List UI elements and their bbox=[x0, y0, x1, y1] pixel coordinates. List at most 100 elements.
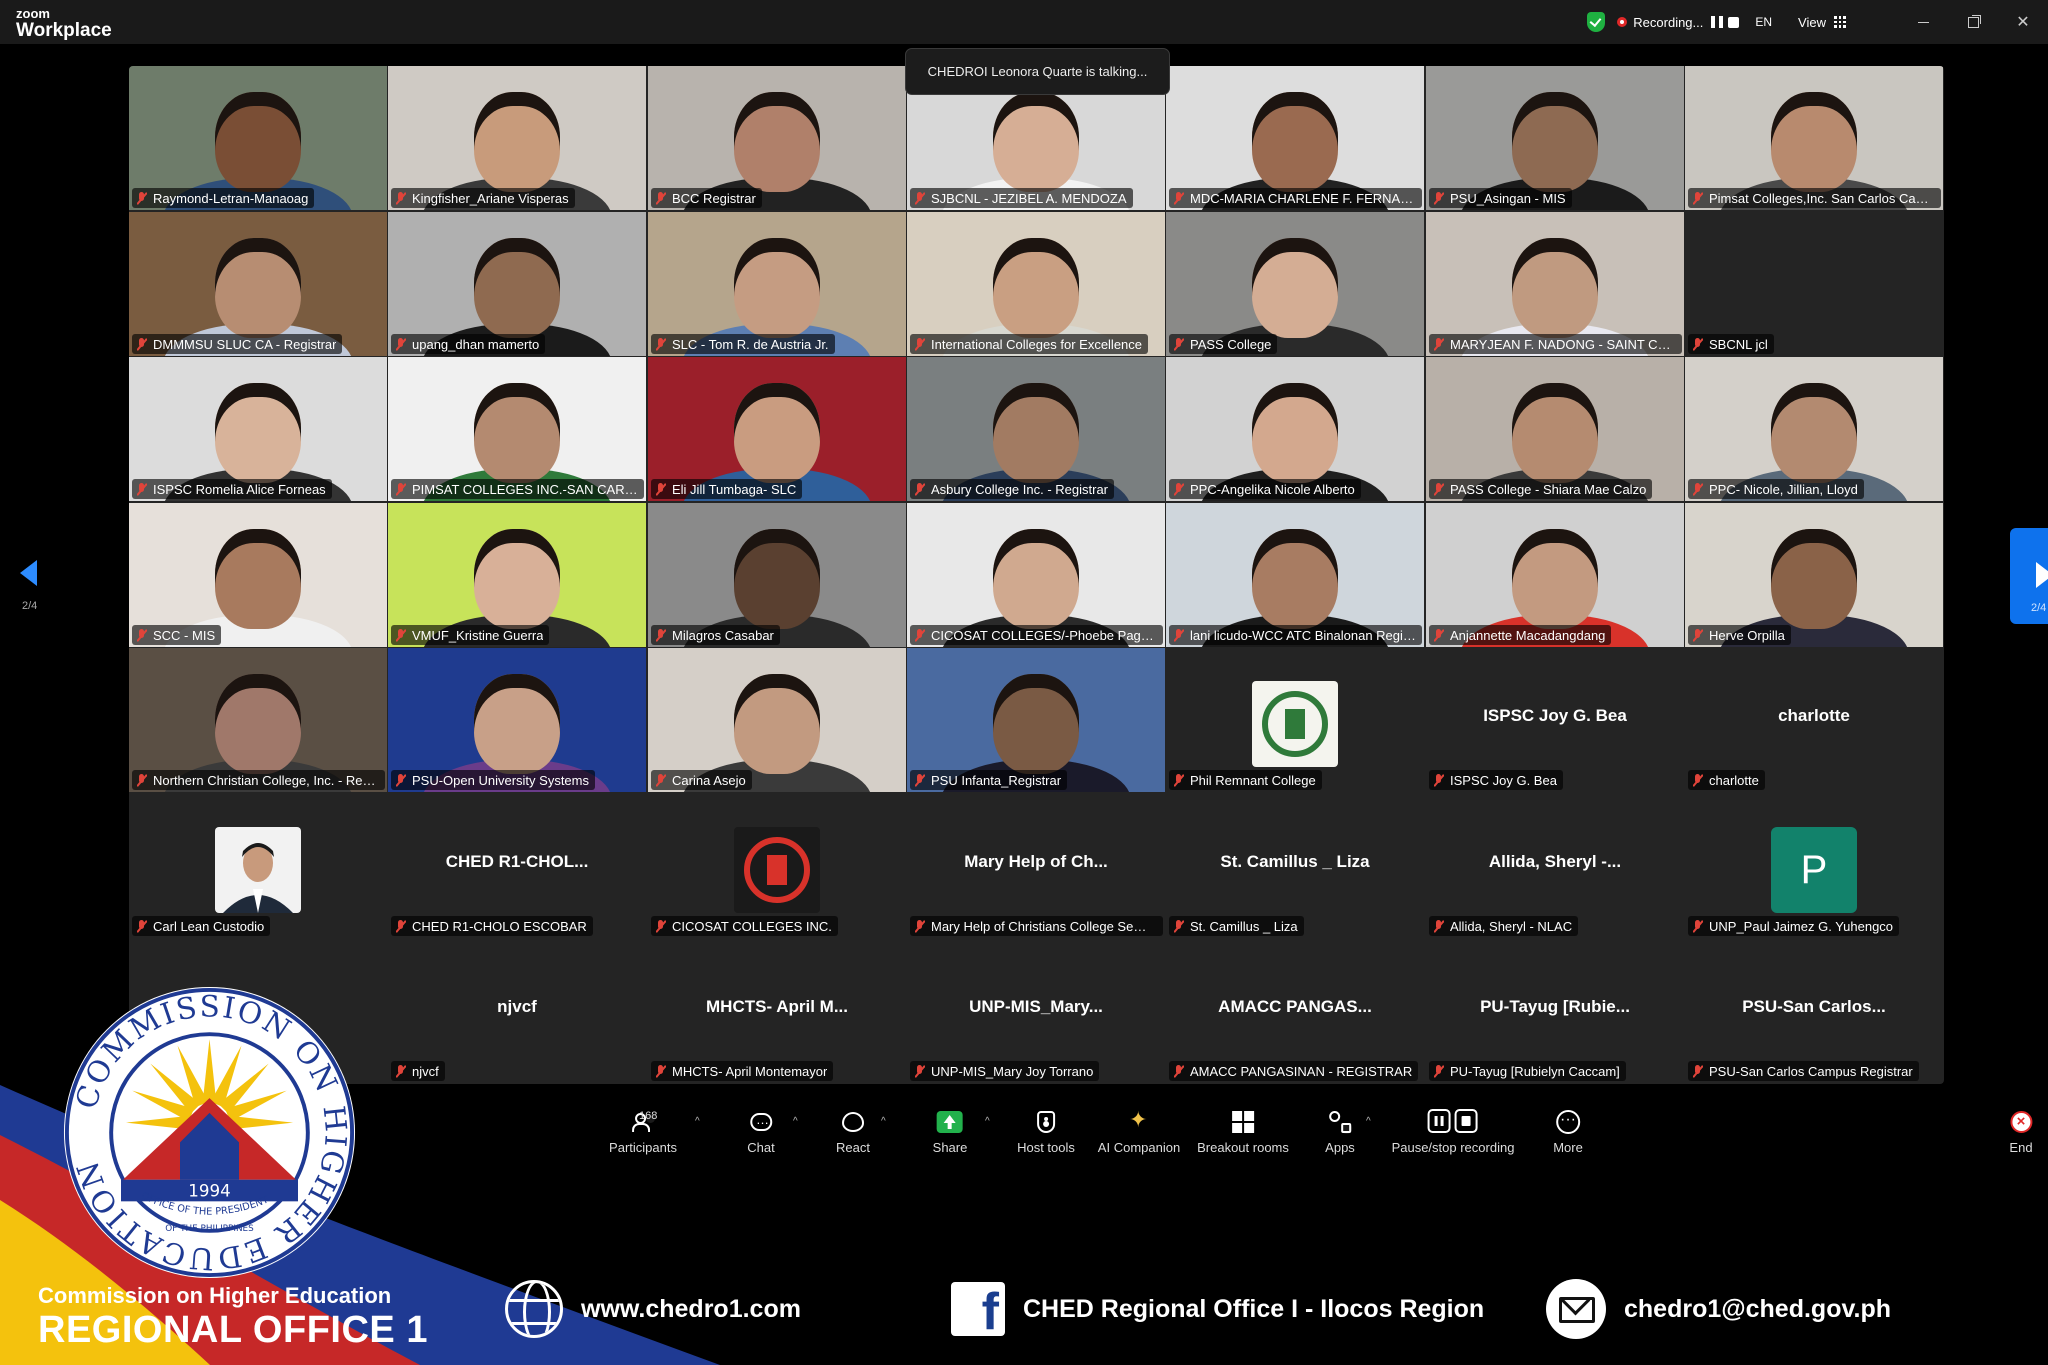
participant-tile[interactable]: Mary Help of Ch... Mary Help of Christian… bbox=[907, 794, 1165, 938]
participant-tile[interactable]: CICOSAT COLLEGES/-Phoebe Paguirigan bbox=[907, 503, 1165, 647]
chat-label: Chat bbox=[747, 1140, 775, 1155]
participant-tile[interactable]: Milagros Casabar bbox=[648, 503, 906, 647]
participant-tile[interactable]: MDC-MARIA CHARLENE F. FERNANDEZ bbox=[1166, 66, 1424, 210]
share-caret-icon[interactable]: ^ bbox=[985, 1116, 990, 1127]
participant-tile[interactable]: ISPSC Romelia Alice Forneas bbox=[129, 357, 387, 501]
participant-tile[interactable]: CHED R1-CHOL... CHED R1-CHOLO ESCOBAR bbox=[388, 794, 646, 938]
participant-tile[interactable]: UNP-MIS_Mary... UNP-MIS_Mary Joy Torrano bbox=[907, 939, 1165, 1083]
breakout-rooms-label: Breakout rooms bbox=[1197, 1140, 1289, 1155]
participant-name: Pimsat Colleges,Inc. San Carlos Campus bbox=[1709, 190, 1935, 206]
participant-tile[interactable]: PSU Infanta_Registrar bbox=[907, 648, 1165, 792]
participant-silhouette-head bbox=[1512, 383, 1598, 483]
participant-initial-avatar: P bbox=[1771, 827, 1857, 913]
participant-tile[interactable]: VMUF_Kristine Guerra bbox=[388, 503, 646, 647]
participant-tile[interactable]: Allida, Sheryl -... Allida, Sheryl - NLAC bbox=[1426, 794, 1684, 938]
participant-tile[interactable]: SCC - MIS bbox=[129, 503, 387, 647]
participant-tile[interactable]: Phil Remnant College bbox=[1166, 648, 1424, 792]
chat-caret-icon[interactable]: ^ bbox=[793, 1116, 798, 1127]
participant-name: Carl Lean Custodio bbox=[153, 918, 265, 934]
ai-companion-button[interactable]: AI Companion bbox=[1098, 1107, 1180, 1155]
participant-name-label: DMMMSU SLUC CA - Registrar bbox=[132, 334, 343, 354]
participant-tile[interactable]: MARYJEAN F. NADONG - SAINT COLUMBAN bbox=[1426, 212, 1684, 356]
participant-tile[interactable]: Eli Jill Tumbaga- SLC bbox=[648, 357, 906, 501]
participant-tile[interactable]: PSU_Asingan - MIS bbox=[1426, 66, 1684, 210]
participant-tile[interactable]: upang_dhan mamerto bbox=[388, 212, 646, 356]
participant-tile[interactable]: Pimsat Colleges,Inc. San Carlos Campus bbox=[1685, 66, 1943, 210]
participant-tile[interactable]: njvcf njvcf bbox=[388, 939, 646, 1083]
previous-page-button[interactable]: 2/4 bbox=[14, 556, 54, 616]
chat-icon bbox=[750, 1112, 772, 1131]
apps-button[interactable]: Apps bbox=[1325, 1108, 1355, 1155]
pause-stop-recording-button[interactable]: Pause/stop recording bbox=[1392, 1108, 1514, 1155]
mic-muted-icon bbox=[656, 337, 666, 351]
participant-tile[interactable]: BCC Registrar bbox=[648, 66, 906, 210]
mic-muted-icon bbox=[396, 919, 406, 933]
host-tools-button[interactable]: Host tools bbox=[1017, 1108, 1075, 1155]
pause-recording-icon[interactable] bbox=[1711, 16, 1724, 28]
participant-name: PASS College bbox=[1190, 336, 1272, 352]
participant-tile[interactable]: SLC - Tom R. de Austria Jr. bbox=[648, 212, 906, 356]
gallery-grid-icon[interactable] bbox=[1834, 16, 1846, 28]
participant-tile[interactable]: DMMMSU SLUC CA - Registrar bbox=[129, 212, 387, 356]
participant-name-label: PASS College - Shiara Mae Calzo bbox=[1429, 479, 1653, 499]
share-button[interactable]: Share bbox=[933, 1108, 967, 1155]
participant-tile[interactable]: Kingfisher_Ariane Visperas bbox=[388, 66, 646, 210]
language-button[interactable]: EN bbox=[1755, 15, 1772, 29]
close-button[interactable]: ✕ bbox=[1998, 0, 2048, 44]
participant-name: PPC-Angelika Nicole Alberto bbox=[1190, 481, 1355, 497]
participant-tile[interactable]: charlotte charlotte bbox=[1685, 648, 1943, 792]
participant-name-label: Raymond-Letran-Manaoag bbox=[132, 188, 315, 208]
mic-muted-icon bbox=[656, 482, 666, 496]
participant-tile[interactable]: PU-Tayug [Rubie... PU-Tayug [Rubielyn Cac… bbox=[1426, 939, 1684, 1083]
breakout-rooms-button[interactable]: Breakout rooms bbox=[1197, 1108, 1289, 1155]
seal-year: 1994 bbox=[188, 1180, 231, 1200]
mic-muted-icon bbox=[915, 337, 925, 351]
participant-tile[interactable]: Carl Lean Custodio bbox=[129, 794, 387, 938]
participant-tile[interactable]: Anjannette Macadangdang bbox=[1426, 503, 1684, 647]
participant-tile[interactable]: SBCNL jcl bbox=[1685, 212, 1943, 356]
participant-tile[interactable]: P UNP_Paul Jaimez G. Yuhengco bbox=[1685, 794, 1943, 938]
participant-name-label: PSU-San Carlos Campus Registrar bbox=[1688, 1061, 1919, 1081]
participant-tile[interactable]: PPC- Nicole, Jillian, Lloyd bbox=[1685, 357, 1943, 501]
chat-button[interactable]: Chat bbox=[747, 1108, 774, 1155]
participant-tile[interactable]: Raymond-Letran-Manaoag bbox=[129, 66, 387, 210]
participant-silhouette-head bbox=[215, 383, 301, 483]
encryption-shield-icon[interactable] bbox=[1587, 12, 1606, 32]
participant-tile[interactable]: PASS College bbox=[1166, 212, 1424, 356]
participant-tile[interactable]: CICOSAT COLLEGES INC. bbox=[648, 794, 906, 938]
participant-tile[interactable]: PIMSAT COLLEGES INC.-SAN CARLOS bbox=[388, 357, 646, 501]
react-caret-icon[interactable]: ^ bbox=[881, 1116, 886, 1127]
participant-tile[interactable]: Asbury College Inc. - Registrar bbox=[907, 357, 1165, 501]
participant-tile[interactable]: PASS College - Shiara Mae Calzo bbox=[1426, 357, 1684, 501]
participant-tile[interactable]: PSU-Open University Systems bbox=[388, 648, 646, 792]
next-page-button[interactable]: 2/4 bbox=[2010, 528, 2048, 624]
participant-tile[interactable]: Carina Asejo bbox=[648, 648, 906, 792]
view-button[interactable]: View bbox=[1798, 15, 1826, 30]
participant-tile[interactable]: PSU-San Carlos... PSU-San Carlos Campus R… bbox=[1685, 939, 1943, 1083]
end-meeting-button[interactable]: × End bbox=[2009, 1108, 2033, 1155]
participant-name-label: Eli Jill Tumbaga- SLC bbox=[651, 479, 803, 499]
participant-name: Herve Orpilla bbox=[1709, 627, 1785, 643]
participant-name-label: PIMSAT COLLEGES INC.-SAN CARLOS bbox=[391, 479, 644, 499]
restore-button[interactable] bbox=[1948, 0, 1998, 44]
participant-name-label: SCC - MIS bbox=[132, 625, 222, 645]
stop-recording-icon[interactable] bbox=[1728, 16, 1740, 28]
participant-tile[interactable]: AMACC PANGAS... AMACC PANGASINAN - REGIST… bbox=[1166, 939, 1424, 1083]
minimize-button[interactable] bbox=[1898, 0, 1948, 44]
participant-tile[interactable]: MHCTS- April M... MHCTS- April Montemayor bbox=[648, 939, 906, 1083]
react-button[interactable]: React bbox=[836, 1108, 870, 1155]
participant-display-name: PSU-San Carlos... bbox=[1742, 997, 1886, 1016]
more-button[interactable]: More bbox=[1553, 1108, 1583, 1155]
participants-button[interactable]: 168 Participants bbox=[609, 1108, 677, 1155]
participant-name-label: Phil Remnant College bbox=[1169, 770, 1322, 790]
participant-tile[interactable]: Northern Christian College, Inc. - Regis… bbox=[129, 648, 387, 792]
apps-caret-icon[interactable]: ^ bbox=[1366, 1116, 1371, 1127]
participant-tile[interactable]: St. Camillus _ Liza St. Camillus _ Liza bbox=[1166, 794, 1424, 938]
participant-tile[interactable]: ISPSC Joy G. Bea ISPSC Joy G. Bea bbox=[1426, 648, 1684, 792]
participants-caret-icon[interactable]: ^ bbox=[695, 1116, 700, 1127]
participant-tile[interactable]: PPC-Angelika Nicole Alberto bbox=[1166, 357, 1424, 501]
participant-silhouette-head bbox=[215, 238, 301, 338]
participant-tile[interactable]: International Colleges for Excellence bbox=[907, 212, 1165, 356]
participant-tile[interactable]: lani licudo-WCC ATC Binalonan Registrar bbox=[1166, 503, 1424, 647]
participant-tile[interactable]: Herve Orpilla bbox=[1685, 503, 1943, 647]
